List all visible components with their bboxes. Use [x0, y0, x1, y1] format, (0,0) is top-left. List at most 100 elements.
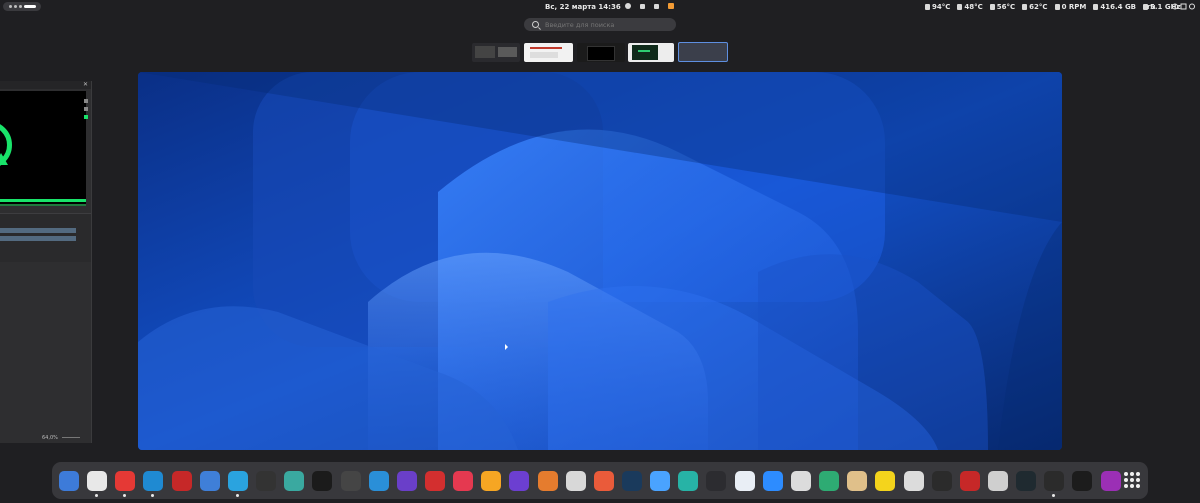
triangle-graphic: [0, 153, 8, 165]
running-indicator: [1052, 494, 1055, 497]
search-input[interactable]: [545, 20, 665, 29]
filezilla-icon[interactable]: [960, 471, 980, 491]
thermometer-icon: [925, 4, 930, 10]
show-apps-icon[interactable]: [1124, 472, 1140, 488]
system-menu-icon[interactable]: [1172, 3, 1196, 10]
workspace-thumbnail-3[interactable]: [577, 43, 625, 62]
status-tray[interactable]: [625, 3, 674, 9]
workspace-thumbnail-4[interactable]: [628, 43, 674, 62]
downloader-icon[interactable]: [425, 471, 445, 491]
level-meter: [84, 115, 88, 119]
green-bar: [0, 204, 86, 206]
zoom-level: 64,0%: [42, 435, 58, 441]
visual-studio-icon[interactable]: [397, 471, 417, 491]
layer-row[interactable]: [0, 236, 76, 241]
status-footer: 64,0%: [0, 433, 91, 442]
running-indicator: [151, 494, 154, 497]
appimage-icon[interactable]: [284, 471, 304, 491]
workspace-dot: [8, 5, 12, 8]
thermometer-icon: [989, 4, 995, 10]
workspace-thumbnail-1[interactable]: [472, 43, 520, 62]
green-bar: [0, 199, 86, 202]
vscode-icon[interactable]: [143, 471, 163, 491]
workspace-dot: [13, 5, 17, 8]
system-sensors[interactable]: 94°C 48°C 56°C 62°C 0 RPM 416.4 GB 5.1 G…: [925, 3, 1181, 11]
thermometer-icon: [1022, 4, 1028, 10]
sensor-value: 94°C: [932, 3, 951, 11]
search-bar[interactable]: [524, 18, 676, 31]
dbeaver-icon[interactable]: [678, 471, 698, 491]
send-icon[interactable]: [654, 3, 659, 9]
desktop-preview[interactable]: [138, 72, 1062, 450]
files-icon[interactable]: [59, 471, 79, 491]
sensor-temp-2: 48°C: [957, 3, 983, 11]
side-controls: [82, 99, 90, 209]
panel-icon[interactable]: [84, 99, 88, 103]
telegram-icon[interactable]: [228, 471, 248, 491]
mouse-cursor: [505, 344, 508, 350]
thermometer-icon: [957, 4, 963, 10]
kdenlive-icon[interactable]: [369, 471, 389, 491]
kde-connect-icon[interactable]: [706, 471, 726, 491]
storage-icon[interactable]: [566, 471, 586, 491]
running-indicator: [123, 494, 126, 497]
box-app-icon[interactable]: [1072, 471, 1092, 491]
lambda-icon[interactable]: [875, 471, 895, 491]
keyboard-layout[interactable]: ru: [1147, 3, 1155, 11]
sensor-memory: 416.4 GB: [1093, 3, 1136, 11]
memory-icon: [1093, 4, 1099, 10]
activities-button[interactable]: [3, 2, 41, 11]
sensor-temp-1: 94°C: [925, 3, 950, 11]
sensor-value: 48°C: [964, 3, 983, 11]
sensor-temp-4: 62°C: [1022, 3, 1048, 11]
terminal-icon[interactable]: [1044, 471, 1064, 491]
layers-panel: [0, 213, 91, 262]
davinci-resolve-icon[interactable]: [256, 471, 276, 491]
search-icon: [532, 21, 539, 28]
app-window-preview[interactable]: ✕ 64,0%: [0, 81, 92, 443]
gimp-icon-icon[interactable]: [847, 471, 867, 491]
obsidian-icon[interactable]: [509, 471, 529, 491]
workspace-dot: [18, 5, 22, 8]
bluebubble-icon[interactable]: [200, 471, 220, 491]
gitkraken-icon[interactable]: [594, 471, 614, 491]
fan-icon: [1054, 4, 1060, 10]
speedometer-icon[interactable]: [932, 471, 952, 491]
retro-game-icon[interactable]: [172, 471, 192, 491]
multipass-icon[interactable]: [791, 471, 811, 491]
headphones-icon[interactable]: [312, 471, 332, 491]
panel-icon[interactable]: [84, 107, 88, 111]
flutter-icon[interactable]: [735, 471, 755, 491]
window-icon[interactable]: [640, 3, 645, 9]
canvas-preview: [0, 91, 86, 206]
video-player-icon[interactable]: [453, 471, 473, 491]
sensor-value: 62°C: [1029, 3, 1048, 11]
youtube-music-icon[interactable]: [115, 471, 135, 491]
system-tools-icon[interactable]: [988, 471, 1008, 491]
chrome-icon[interactable]: [87, 471, 107, 491]
clock[interactable]: Вс, 22 марта 14:36: [545, 3, 621, 11]
layer-row[interactable]: [0, 228, 76, 233]
sensor-temp-3: 56°C: [989, 3, 1015, 11]
wallpaper: [138, 72, 1062, 450]
gear-icon[interactable]: [625, 3, 631, 9]
notification-icon[interactable]: [668, 3, 674, 9]
running-indicator: [236, 494, 239, 497]
color-picker-icon[interactable]: [481, 471, 501, 491]
media-player-icon[interactable]: [1101, 471, 1121, 491]
active-workspace-dot: [23, 5, 36, 8]
workspace-thumbnail-active[interactable]: [678, 42, 728, 62]
steam-icon[interactable]: [622, 471, 642, 491]
close-icon[interactable]: ✕: [83, 82, 88, 88]
obs-icon[interactable]: [341, 471, 361, 491]
notes-icon[interactable]: [538, 471, 558, 491]
zoom-slider[interactable]: [62, 437, 80, 438]
record-icon[interactable]: [1016, 471, 1036, 491]
cloud-app-icon[interactable]: [819, 471, 839, 491]
top-bar: Вс, 22 марта 14:36 94°C 48°C 56°C 62°C 0…: [0, 0, 1200, 14]
workspace-thumbnail-2[interactable]: [524, 43, 573, 62]
sensor-value: 0 RPM: [1061, 3, 1087, 11]
zoom-icon[interactable]: [763, 471, 783, 491]
screenshot-icon[interactable]: [904, 471, 924, 491]
vpn-shield-icon[interactable]: [650, 471, 670, 491]
